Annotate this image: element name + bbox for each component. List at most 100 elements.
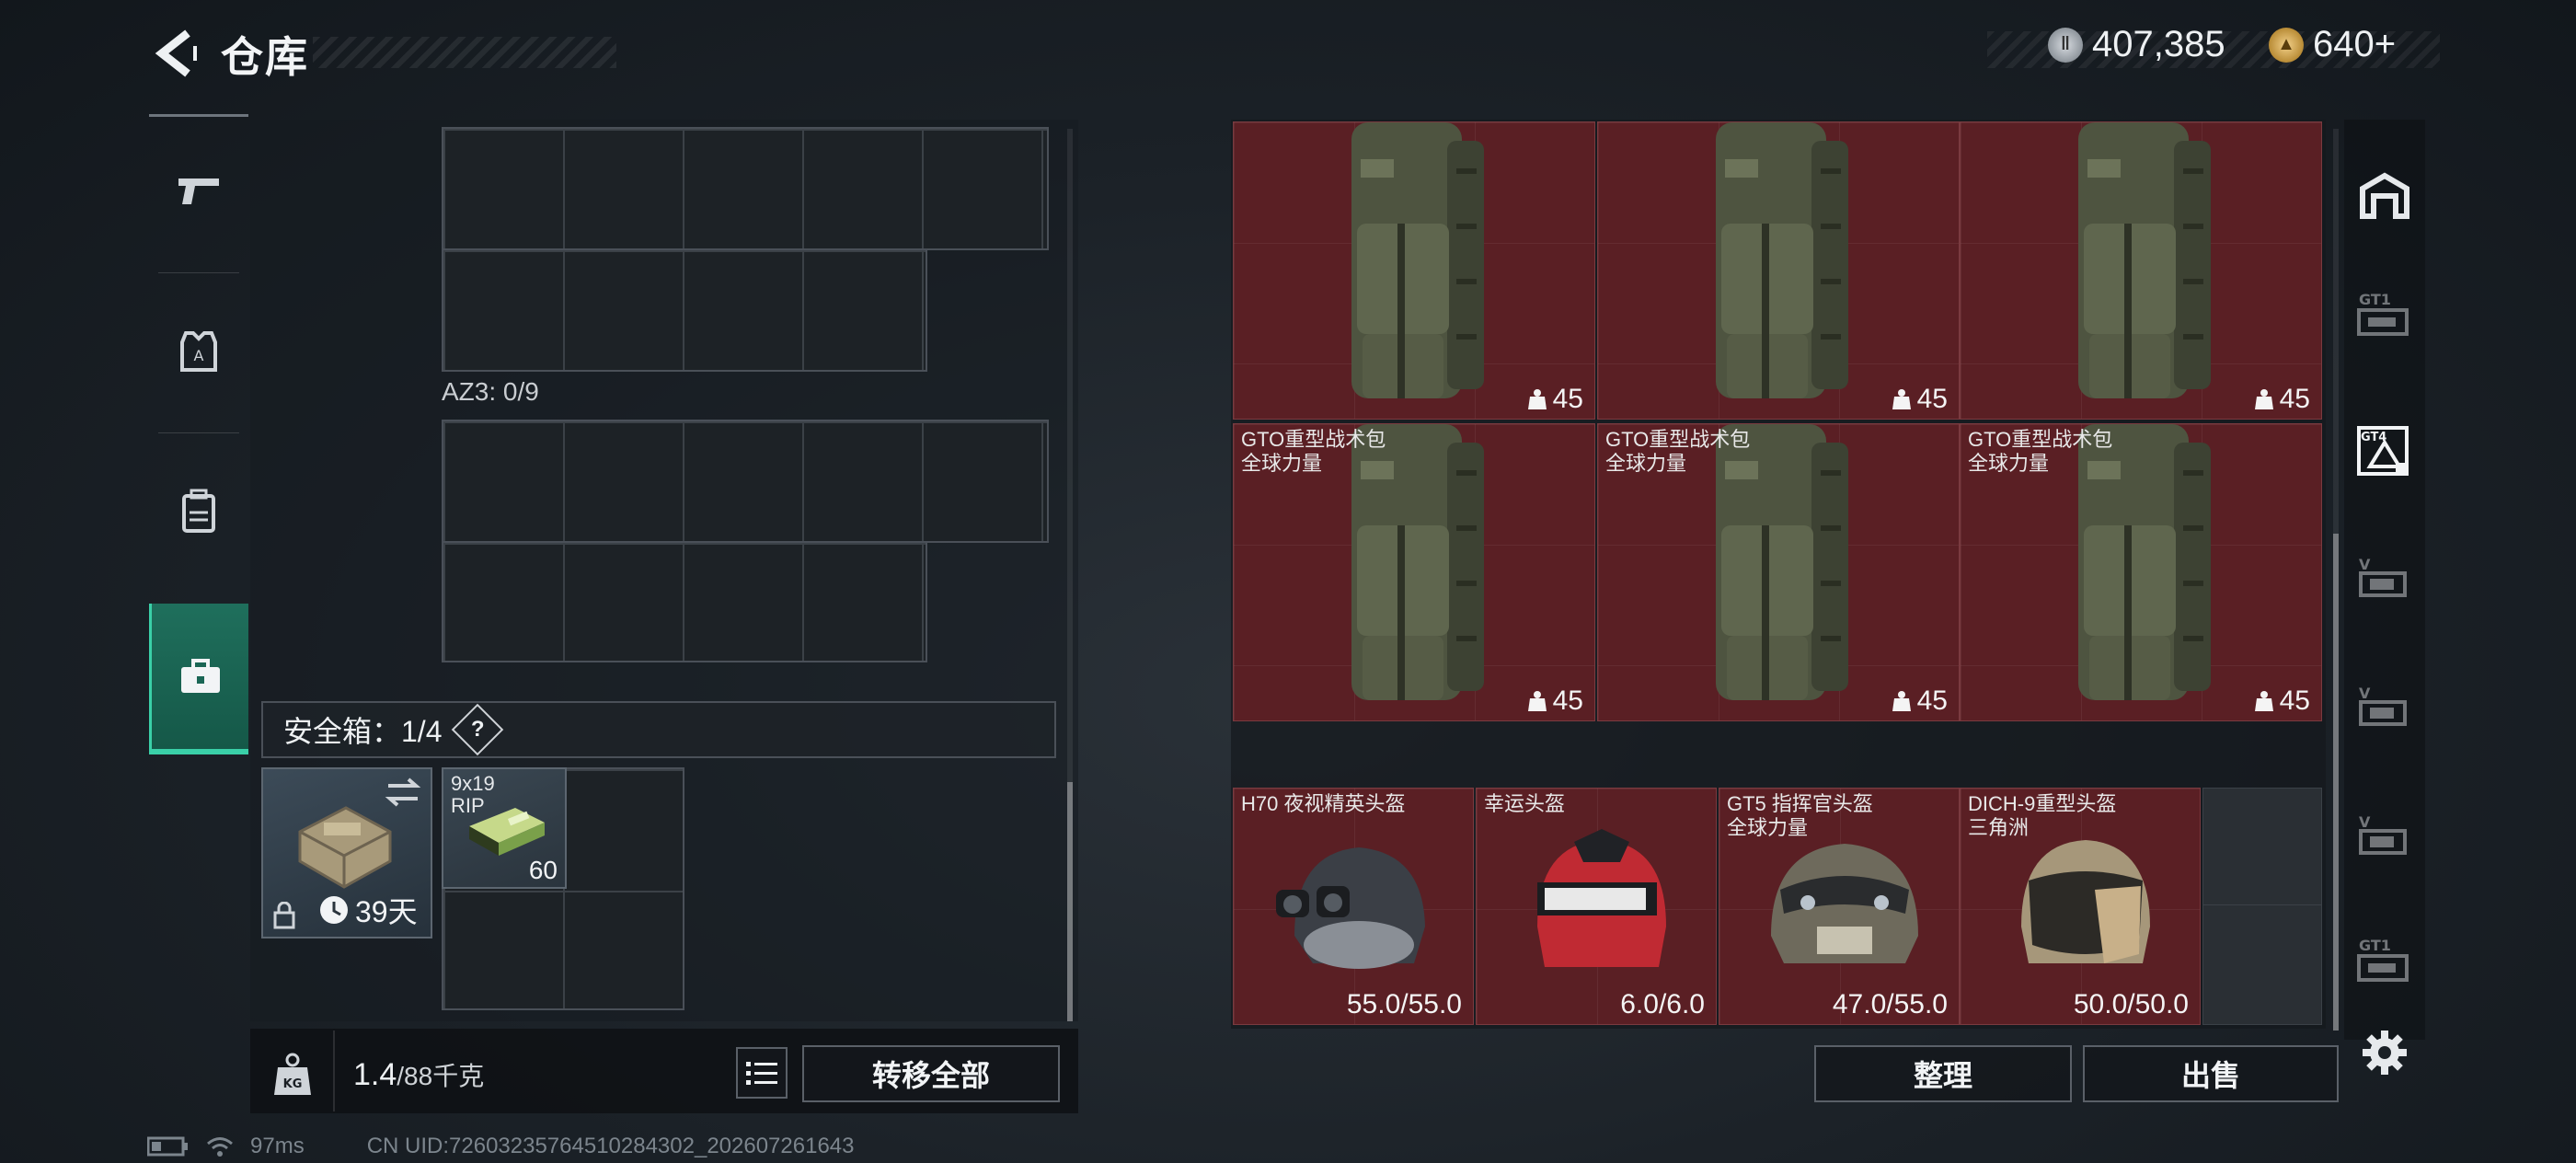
item-capacity: 45 [2254, 384, 2310, 415]
title-decoration [313, 37, 616, 68]
storage-tab-gt4-selected[interactable]: GT4 [2344, 386, 2425, 515]
gt1-case-icon: GT1 [2357, 291, 2409, 336]
item-title: DICH-9重型头盔 [1968, 792, 2117, 815]
rail-item-safebox[interactable] [149, 604, 248, 754]
category-rail: A [149, 116, 248, 765]
item-title: 幸运头盔 [1484, 792, 1566, 815]
item-title: GTO重型战术包 [1968, 428, 2113, 451]
clock-icon [320, 896, 348, 924]
item-durability-value: 55.0/55.0 [1346, 989, 1462, 1019]
toolbox-icon [180, 659, 220, 693]
triangle-coin-icon: ▲ [2269, 27, 2304, 63]
svg-text:V: V [2359, 813, 2371, 831]
item-brand: 全球力量 [1727, 816, 1809, 839]
pistol-icon [178, 178, 219, 204]
gt4-case-alert-icon: GT4 [2357, 426, 2409, 476]
weight-icon [1892, 691, 1911, 711]
case-days-left: 39天 [355, 895, 418, 928]
container-grid-upper-row2[interactable] [442, 248, 927, 372]
rail-divider [158, 272, 239, 273]
stash-item-backpack[interactable]: 45 [1233, 121, 1595, 420]
left-scrollbar-thumb[interactable] [1067, 782, 1073, 1021]
sort-button[interactable]: 整理 [1814, 1045, 2072, 1102]
rail-item-armor[interactable]: A [149, 276, 248, 427]
sell-button[interactable]: 出售 [2083, 1045, 2339, 1102]
lock-icon [273, 902, 295, 929]
weight-icon-wrap: KG [263, 1045, 322, 1104]
storage-tab-gt1[interactable]: GT1 [2344, 250, 2425, 379]
stash-item-helmet[interactable]: 幸运头盔 6.0/6.0 [1476, 788, 1717, 1025]
container-grid-az3-row2[interactable] [442, 541, 927, 662]
backpack-item-icon [1351, 122, 1484, 398]
weight-icon [1892, 389, 1911, 409]
ammo-count: 60 [528, 856, 558, 884]
item-title: H70 夜视精英头盔 [1241, 792, 1406, 815]
rail-item-backpack[interactable] [149, 436, 248, 587]
commander-helmet-icon [1771, 844, 1918, 963]
transfer-all-button[interactable]: 转移全部 [802, 1045, 1060, 1102]
svg-text:GT1: GT1 [2359, 937, 2391, 954]
list-view-button[interactable] [736, 1047, 788, 1099]
v-case-icon: V [2359, 813, 2407, 855]
stash-item-backpack[interactable]: 45 [1960, 121, 2322, 420]
weight-icon [2254, 389, 2273, 409]
secure-case-icon [298, 806, 392, 889]
item-capacity: 45 [1527, 685, 1583, 717]
storage-tab-v1[interactable]: V [2344, 513, 2425, 642]
item-capacity: 45 [1527, 384, 1583, 415]
stash-item-helmet[interactable]: DICH-9重型头盔 三角洲 50.0/50.0 [1960, 788, 2201, 1025]
stash-item-backpack[interactable]: GTO重型战术包 全球力量 45 [1233, 423, 1595, 721]
ping-value: 97ms [250, 1134, 305, 1158]
stash-item-backpack[interactable]: GTO重型战术包 全球力量 45 [1597, 423, 1960, 721]
back-arrow-icon [155, 29, 197, 77]
carry-weight: 1.4/88千克 [353, 1056, 484, 1093]
warehouse-icon [2360, 172, 2409, 219]
right-scrollbar-thumb[interactable] [2333, 534, 2339, 1031]
item-name: H70 夜视精英头盔 [1241, 792, 1405, 816]
safebox-header: 安全箱：1/4 ? [261, 701, 1056, 758]
backpack-item-icon [1716, 122, 1848, 398]
weight-icon [2254, 691, 2273, 711]
stash-item-backpack[interactable]: 45 [1597, 121, 1960, 420]
item-name: DICH-9重型头盔 三角洲 [1968, 792, 2116, 840]
stash-item-helmet[interactable]: GT5 指挥官头盔 全球力量 47.0/55.0 [1719, 788, 1960, 1025]
item-capacity: 45 [2254, 685, 2310, 717]
svg-text:GT1: GT1 [2359, 291, 2391, 308]
weight-icon [1527, 691, 1547, 711]
svg-text:V: V [2359, 685, 2371, 702]
red-helmet-icon [1537, 829, 1666, 967]
svg-text:A: A [194, 347, 204, 364]
wifi-icon [207, 1137, 233, 1157]
storage-tab-v2[interactable]: V [2344, 642, 2425, 771]
item-brand: 全球力量 [1968, 452, 2050, 475]
ammo-item[interactable]: 9x19 RIP 60 [442, 767, 567, 889]
item-durability: 47.0/55.0 [1833, 989, 1948, 1020]
safebox-case-slot[interactable]: 39天 [261, 767, 432, 938]
help-icon[interactable]: ? [451, 703, 503, 756]
svg-text:V: V [2359, 556, 2371, 573]
item-durability-value: 6.0/6.0 [1620, 989, 1705, 1019]
backpack-icon [182, 489, 215, 533]
item-name: GTO重型战术包 全球力量 [1605, 428, 1750, 476]
item-durability-value: 47.0/55.0 [1832, 989, 1948, 1019]
settings-button[interactable] [2355, 1023, 2414, 1082]
currency-primary-value: 407,385 [2092, 24, 2225, 64]
currency-primary: ǁ 407,385 [2048, 24, 2225, 65]
item-capacity-value: 45 [1916, 384, 1948, 414]
stash-empty-cell[interactable] [2202, 788, 2322, 905]
item-capacity-value: 45 [1916, 685, 1948, 716]
armor-vest-icon: A [180, 331, 217, 372]
container-grid-az3-row1[interactable] [442, 420, 1049, 543]
storage-tab-home[interactable] [2344, 131, 2425, 259]
stash-item-helmet[interactable]: H70 夜视精英头盔 55.0/55.0 [1233, 788, 1474, 1025]
currency-secondary[interactable]: ▲ 640+ [2269, 24, 2396, 65]
storage-tab-v3[interactable]: V [2344, 771, 2425, 900]
storage-tab-gt1-b[interactable]: GT1 [2344, 896, 2425, 1025]
back-button[interactable] [147, 26, 206, 81]
stash-item-backpack[interactable]: GTO重型战术包 全球力量 45 [1960, 423, 2322, 721]
svg-text:KG: KG [283, 1077, 303, 1091]
item-capacity: 45 [1892, 685, 1948, 717]
rail-item-weapons[interactable] [149, 116, 248, 267]
item-name: GTO重型战术包 全球力量 [1241, 428, 1386, 476]
container-grid-upper-row1[interactable] [442, 127, 1049, 250]
